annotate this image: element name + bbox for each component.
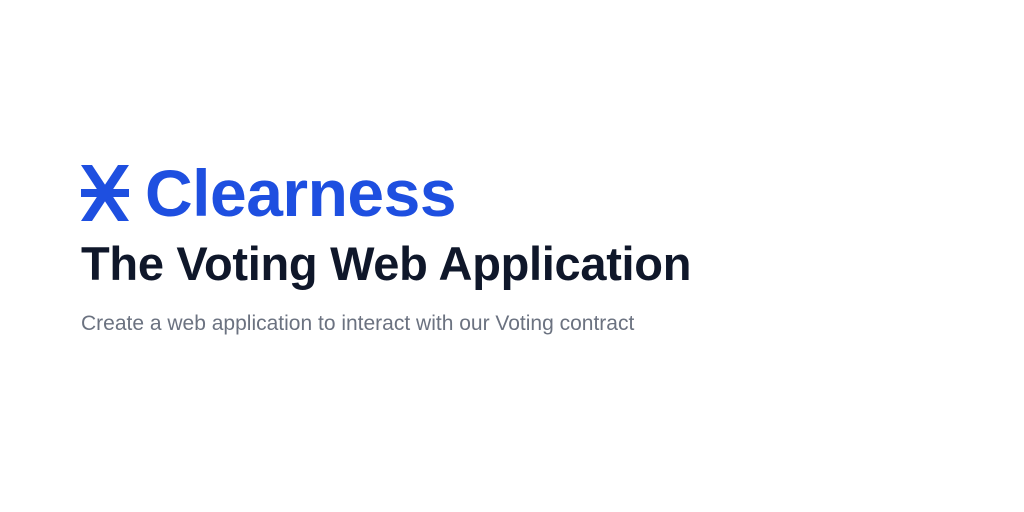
x-cross-icon	[81, 165, 129, 221]
page-subtitle: Create a web application to interact wit…	[81, 312, 635, 335]
page-title: The Voting Web Application	[81, 237, 692, 290]
page: Clearness The Voting Web Application Cre…	[0, 0, 1024, 512]
brand-name: Clearness	[145, 156, 457, 230]
brand-logo: Clearness	[81, 158, 691, 228]
hero-content: Clearness The Voting Web Application Cre…	[81, 158, 691, 338]
